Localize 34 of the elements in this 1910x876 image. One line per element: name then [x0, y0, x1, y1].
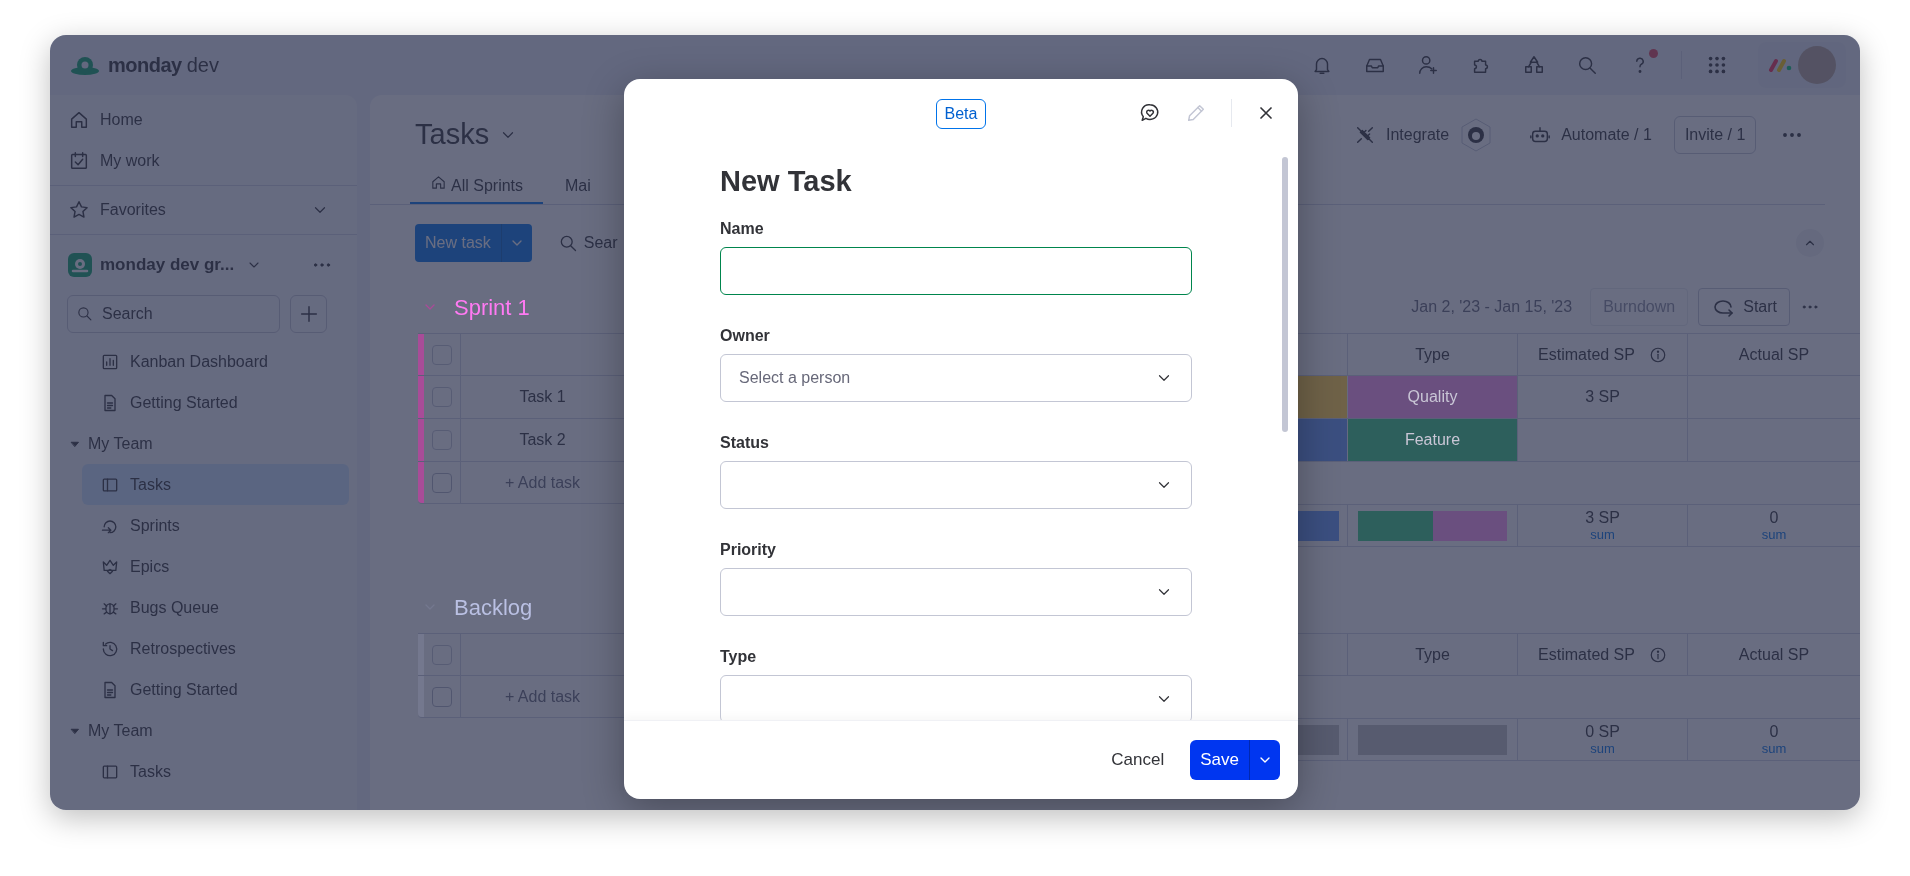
summary-value: 0: [1769, 508, 1779, 526]
summary-value: 3 SP: [1585, 508, 1620, 526]
summary-caption: sum: [1590, 525, 1615, 543]
summary-caption: sum: [1761, 739, 1787, 757]
cancel-button[interactable]: Cancel: [1103, 740, 1173, 780]
field-label: Name: [720, 219, 765, 239]
field-label: Owner: [720, 326, 771, 346]
dropdown-field[interactable]: Select a person: [720, 354, 1192, 402]
type-label: Feature: [1347, 419, 1517, 461]
name-input[interactable]: [720, 247, 1192, 295]
tab[interactable]: Mai: [543, 174, 591, 204]
dropdown-field[interactable]: [720, 461, 1192, 509]
column-header: Estimated SP: [1538, 644, 1635, 665]
task-name: Task 1: [518, 387, 567, 407]
dialog-title: New Task: [720, 164, 853, 199]
type-label: Quality: [1347, 376, 1517, 418]
summary-caption: sum: [1590, 739, 1615, 757]
feedback-button[interactable]: [1139, 102, 1161, 124]
column-header: Estimated SP: [1538, 344, 1635, 365]
summary-value: 0: [1769, 722, 1779, 740]
summary-value: 0 SP: [1585, 722, 1620, 740]
field-label: Type: [720, 647, 758, 667]
pencil-icon: [1185, 102, 1207, 124]
beta-badge: Beta: [935, 99, 987, 129]
chat-heart-icon: [1139, 102, 1161, 124]
task-name: Task 2: [518, 430, 567, 450]
dropdown-field[interactable]: [720, 568, 1192, 616]
field-label: Status: [720, 433, 770, 453]
field-label: Priority: [720, 540, 777, 560]
product-name: dev: [186, 53, 219, 78]
brand-name: monday: [108, 53, 182, 78]
edit-button[interactable]: [1185, 102, 1207, 124]
dropdown-field[interactable]: [720, 675, 1192, 720]
summary-caption: sum: [1761, 525, 1787, 543]
